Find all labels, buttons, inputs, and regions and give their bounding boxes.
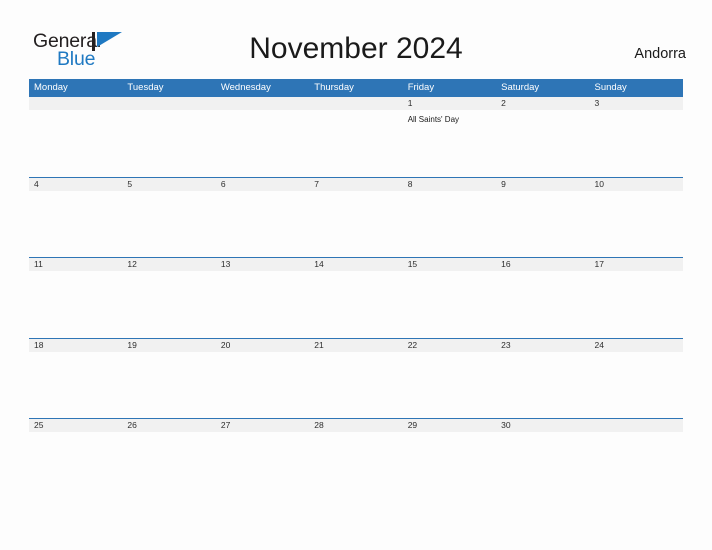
day-cell[interactable] <box>216 432 309 499</box>
day-cell[interactable] <box>403 432 496 499</box>
day-number[interactable]: 15 <box>403 258 496 271</box>
day-number[interactable] <box>122 97 215 110</box>
day-number[interactable] <box>309 97 402 110</box>
day-cell[interactable] <box>122 352 215 419</box>
day-number[interactable]: 30 <box>496 419 589 432</box>
day-number[interactable]: 22 <box>403 339 496 352</box>
day-cell[interactable] <box>590 110 683 177</box>
day-number[interactable]: 2 <box>496 97 589 110</box>
day-number-strip: 4 5 6 7 8 9 10 <box>29 177 683 191</box>
day-number[interactable]: 18 <box>29 339 122 352</box>
day-number[interactable]: 11 <box>29 258 122 271</box>
day-number-strip: 1 2 3 <box>29 97 683 110</box>
day-number[interactable]: 3 <box>590 97 683 110</box>
day-number[interactable]: 1 <box>403 97 496 110</box>
day-number[interactable] <box>216 97 309 110</box>
week-row: 4 5 6 7 8 9 10 <box>29 176 683 258</box>
day-cell[interactable] <box>403 191 496 258</box>
day-cell[interactable] <box>590 352 683 419</box>
weekday-header-friday: Friday <box>407 82 435 93</box>
calendar-grid: Monday Tuesday Wednesday Thursday Friday… <box>29 79 683 500</box>
day-cell[interactable] <box>122 110 215 177</box>
page-title: November 2024 <box>249 32 463 65</box>
day-number[interactable]: 10 <box>590 178 683 191</box>
day-cell[interactable] <box>590 271 683 338</box>
weekday-header-saturday: Saturday <box>501 82 540 93</box>
day-number[interactable]: 14 <box>309 258 402 271</box>
week-row: 1 2 3 All Saints' Day <box>29 96 683 177</box>
day-cell[interactable] <box>403 352 496 419</box>
day-cell[interactable] <box>122 432 215 499</box>
day-number[interactable]: 17 <box>590 258 683 271</box>
day-number-strip: 25 26 27 28 29 30 <box>29 419 683 433</box>
day-number[interactable]: 24 <box>590 339 683 352</box>
day-cell[interactable] <box>29 352 122 419</box>
day-number[interactable]: 16 <box>496 258 589 271</box>
day-cell[interactable] <box>309 352 402 419</box>
day-cell[interactable] <box>216 191 309 258</box>
day-event-strip: All Saints' Day <box>29 110 683 177</box>
day-cell[interactable] <box>29 432 122 499</box>
weekday-header-tuesday: Tuesday <box>127 82 164 93</box>
event-label: All Saints' Day <box>407 115 460 124</box>
day-number[interactable]: 29 <box>403 419 496 432</box>
day-number[interactable]: 26 <box>122 419 215 432</box>
day-cell[interactable] <box>496 432 589 499</box>
day-event-strip <box>29 190 683 258</box>
day-cell[interactable] <box>496 110 589 177</box>
day-cell[interactable] <box>496 271 589 338</box>
day-cell[interactable] <box>309 191 402 258</box>
day-number[interactable]: 27 <box>216 419 309 432</box>
day-number[interactable]: 12 <box>122 258 215 271</box>
day-number[interactable]: 5 <box>122 178 215 191</box>
day-event-strip <box>29 351 683 419</box>
day-number[interactable]: 20 <box>216 339 309 352</box>
day-cell[interactable] <box>496 191 589 258</box>
day-number[interactable]: 21 <box>309 339 402 352</box>
day-cell[interactable] <box>216 110 309 177</box>
week-row: 18 19 20 21 22 23 24 <box>29 337 683 419</box>
day-cell[interactable] <box>309 271 402 338</box>
weekday-header-sunday: Sunday <box>594 82 627 93</box>
day-number[interactable]: 7 <box>309 178 402 191</box>
weekday-header-row: Monday Tuesday Wednesday Thursday Friday… <box>29 79 683 96</box>
day-cell[interactable] <box>590 432 683 499</box>
week-row: 25 26 27 28 29 30 <box>29 418 683 500</box>
day-cell[interactable] <box>590 191 683 258</box>
day-number[interactable]: 28 <box>309 419 402 432</box>
day-number[interactable]: 13 <box>216 258 309 271</box>
day-event-strip <box>29 271 683 339</box>
day-number[interactable]: 4 <box>29 178 122 191</box>
day-number[interactable]: 9 <box>496 178 589 191</box>
day-number[interactable]: 19 <box>122 339 215 352</box>
day-number[interactable] <box>29 97 122 110</box>
day-cell[interactable] <box>496 352 589 419</box>
weekday-header-thursday: Thursday <box>314 82 354 93</box>
day-cell[interactable] <box>122 191 215 258</box>
day-number-strip: 18 19 20 21 22 23 24 <box>29 338 683 352</box>
day-number[interactable]: 6 <box>216 178 309 191</box>
day-number[interactable] <box>590 419 683 432</box>
week-row: 11 12 13 14 15 16 17 <box>29 257 683 339</box>
day-number[interactable]: 8 <box>403 178 496 191</box>
day-number-strip: 11 12 13 14 15 16 17 <box>29 258 683 272</box>
day-cell[interactable] <box>29 191 122 258</box>
country-label: Andorra <box>634 46 686 62</box>
weekday-header-monday: Monday <box>34 82 68 93</box>
day-cell[interactable] <box>216 352 309 419</box>
day-number[interactable]: 23 <box>496 339 589 352</box>
day-event-strip <box>29 432 683 500</box>
weekday-header-wednesday: Wednesday <box>220 82 271 93</box>
day-cell[interactable] <box>403 271 496 338</box>
day-number[interactable]: 25 <box>29 419 122 432</box>
page-header: General Blue November 2024 Andorra <box>0 0 712 78</box>
day-cell[interactable] <box>309 110 402 177</box>
day-cell[interactable] <box>122 271 215 338</box>
day-cell[interactable] <box>29 271 122 338</box>
day-cell[interactable] <box>29 110 122 177</box>
calendar-page: General Blue November 2024 Andorra Monda… <box>0 0 712 550</box>
day-cell[interactable]: All Saints' Day <box>403 110 496 177</box>
day-cell[interactable] <box>309 432 402 499</box>
day-cell[interactable] <box>216 271 309 338</box>
